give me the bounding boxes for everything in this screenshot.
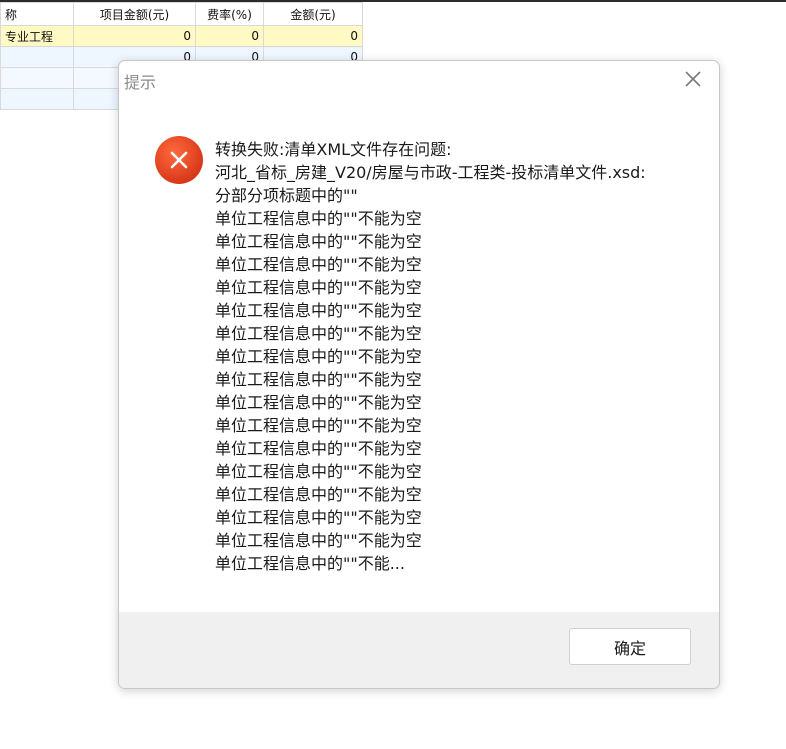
error-message: 转换失败:清单XML文件存在问题: 河北_省标_房建_V20/房屋与市政-工程类-… [215,138,695,575]
message-line: 单位工程信息中的""不能为空 [215,508,422,527]
close-button[interactable] [677,65,709,93]
column-header-amount[interactable]: 金额(元) [263,2,363,26]
error-icon [155,136,203,184]
message-line: 单位工程信息中的""不能为空 [215,485,422,504]
message-line: 单位工程信息中的""不能为空 [215,278,422,297]
message-line: 分部分项标题中的"" [215,186,358,205]
message-line: 单位工程信息中的""不能为空 [215,462,422,481]
dialog-title: 提示 [124,73,157,92]
message-line: 单位工程信息中的""不能为空 [215,439,422,458]
message-line: 单位工程信息中的""不能为空 [215,393,422,412]
table-cell[interactable] [0,46,74,68]
error-dialog: 提示 转换失败:清单XML文件存在问题: 河北_省标_房建_V20/房屋与市政-工… [118,60,720,689]
table-cell[interactable]: 0 [73,25,196,47]
dialog-footer: 确定 [119,612,719,688]
table-cell[interactable]: 0 [195,25,264,47]
table-cell[interactable] [0,88,74,110]
message-line: 单位工程信息中的""不能为空 [215,255,422,274]
column-header-name[interactable]: 称 [0,2,74,26]
table-cell[interactable]: 0 [263,25,363,47]
message-line: 单位工程信息中的""不能为空 [215,209,422,228]
message-line: 单位工程信息中的""不能为空 [215,347,422,366]
table-cell[interactable]: 专业工程 [0,25,74,47]
message-line: 单位工程信息中的""不能为空 [215,370,422,389]
table-header-row: 称 项目金额(元) 费率(%) 金额(元) [0,2,363,26]
message-line: 转换失败:清单XML文件存在问题: [215,140,452,159]
table-row[interactable]: 专业工程 0 0 0 [0,25,363,47]
column-header-project-amount[interactable]: 项目金额(元) [73,2,196,26]
column-header-rate[interactable]: 费率(%) [195,2,264,26]
message-line: 单位工程信息中的""不能为空 [215,324,422,343]
message-line: 单位工程信息中的""不能为空 [215,531,422,550]
message-line: 单位工程信息中的""不能... [215,554,405,573]
message-line: 单位工程信息中的""不能为空 [215,416,422,435]
message-line: 单位工程信息中的""不能为空 [215,232,422,251]
message-line: 单位工程信息中的""不能为空 [215,301,422,320]
table-cell[interactable] [0,67,74,89]
close-icon [685,71,701,87]
ok-button[interactable]: 确定 [569,628,691,665]
message-line: 河北_省标_房建_V20/房屋与市政-工程类-投标清单文件.xsd: [215,163,646,182]
